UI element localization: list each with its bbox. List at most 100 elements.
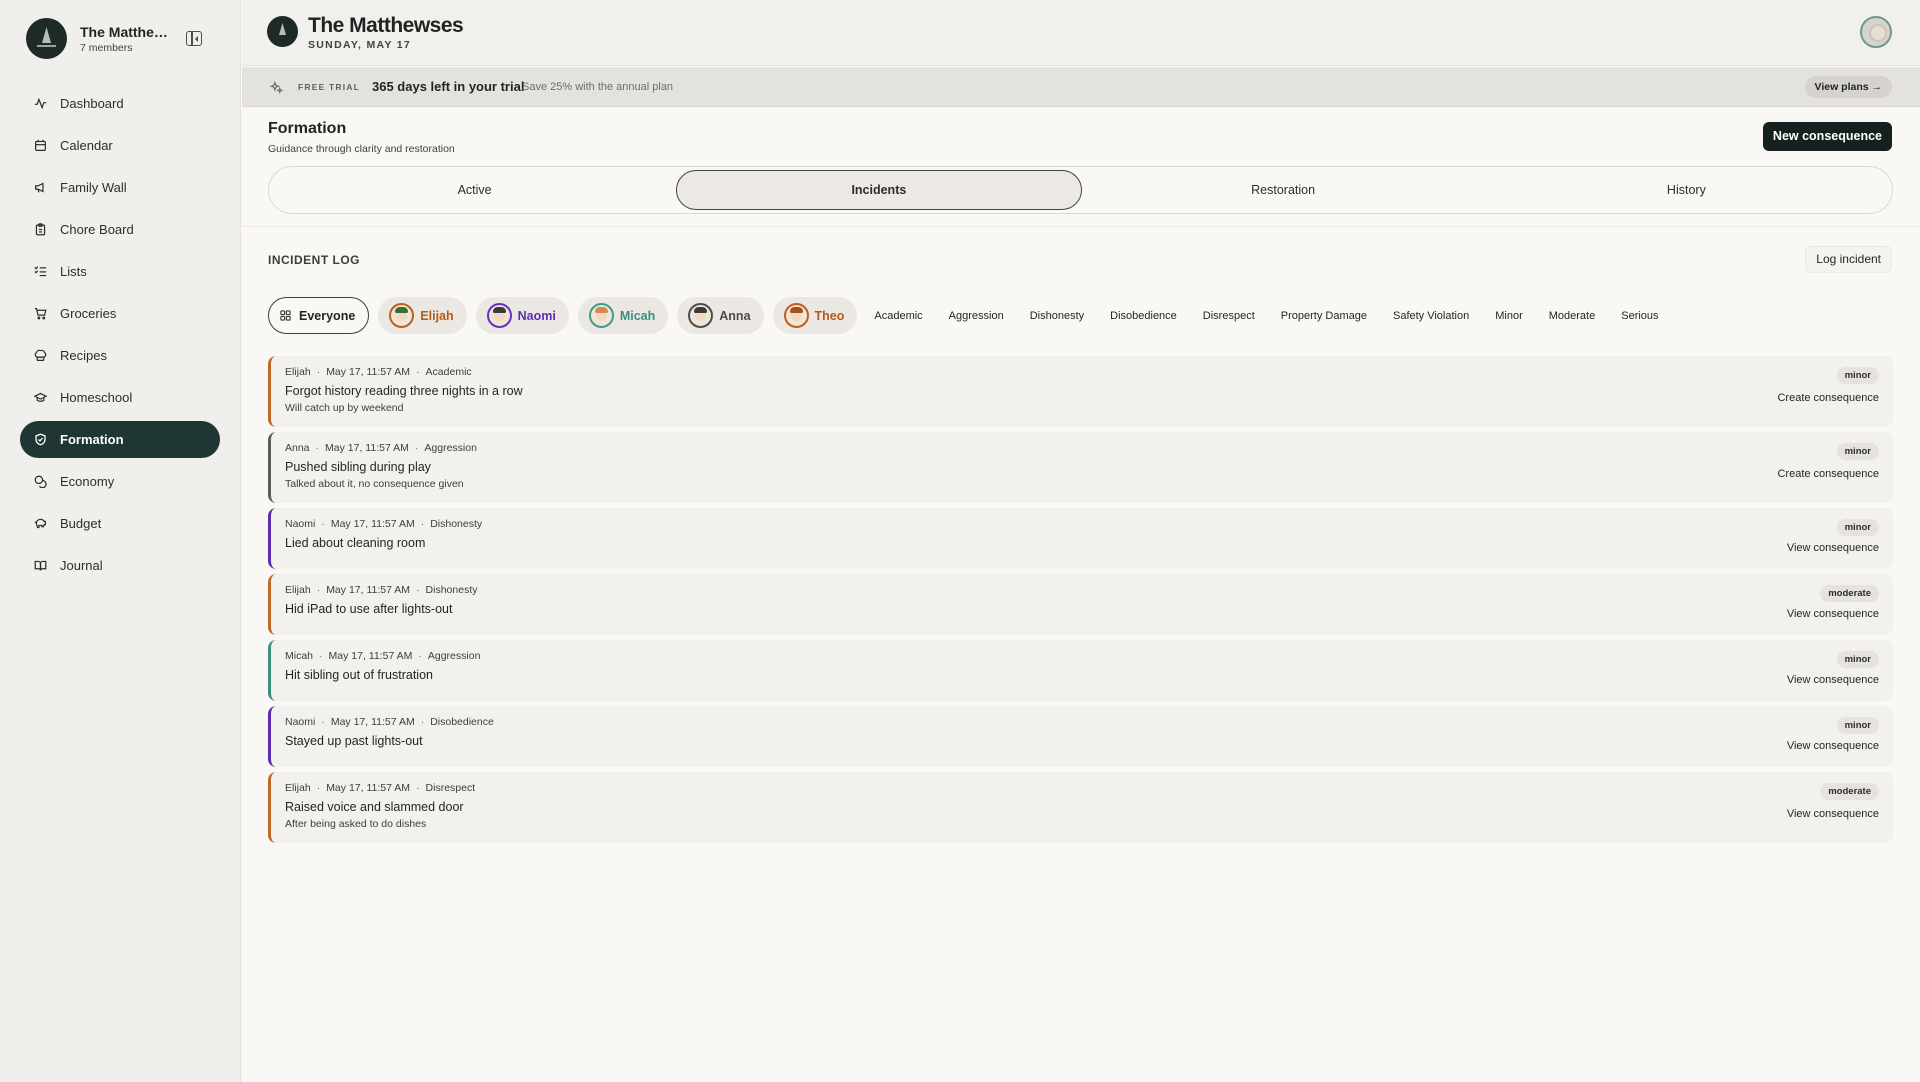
- incident-row[interactable]: Anna · May 17, 11:57 AM · Aggression Pushed …: [268, 432, 1893, 503]
- family-logo: [26, 18, 67, 59]
- incident-meta: Elijah · May 17, 11:57 AM · Disrespect: [285, 782, 476, 794]
- incident-person: Elijah: [285, 366, 311, 378]
- sidebar-item-label: Lists: [60, 264, 87, 279]
- tab-history[interactable]: History: [1485, 170, 1888, 210]
- sidebar-item-economy[interactable]: Economy: [20, 463, 220, 500]
- sidebar-item-journal[interactable]: Journal: [20, 547, 220, 584]
- view-consequence-link[interactable]: View consequence: [1787, 808, 1879, 820]
- list-icon: [34, 265, 47, 278]
- incident-person: Anna: [285, 442, 310, 454]
- filter-category-safety-violation[interactable]: Safety Violation: [1393, 310, 1469, 322]
- sidebar-item-formation[interactable]: Formation: [20, 421, 220, 458]
- incident-note: Will catch up by weekend: [285, 402, 404, 414]
- incident-row[interactable]: Micah · May 17, 11:57 AM · Aggression Hit si…: [268, 640, 1893, 701]
- view-consequence-link[interactable]: View consequence: [1787, 542, 1879, 554]
- filter-category-aggression[interactable]: Aggression: [949, 310, 1004, 322]
- sidebar-item-dashboard[interactable]: Dashboard: [20, 85, 220, 122]
- page-title: Formation: [268, 120, 347, 137]
- severity-badge: minor: [1836, 367, 1879, 384]
- sidebar-nav: Dashboard Calendar Family Wall Chore Boa…: [20, 85, 220, 589]
- sidebar-item-groceries[interactable]: Groceries: [20, 295, 220, 332]
- incident-log-heading: INCIDENT LOG: [268, 253, 360, 267]
- incident-row[interactable]: Naomi · May 17, 11:57 AM · Dishonesty Lied a…: [268, 508, 1893, 569]
- sidebar-item-homeschool[interactable]: Homeschool: [20, 379, 220, 416]
- incident-row[interactable]: Naomi · May 17, 11:57 AM · Disobedience Stay…: [268, 706, 1893, 767]
- trial-label: FREE TRIAL: [298, 82, 361, 92]
- sidebar-item-label: Formation: [60, 432, 124, 447]
- filter-label: Elijah: [420, 308, 454, 323]
- page-subtitle: Guidance through clarity and restoration: [268, 143, 455, 155]
- incident-category: Dishonesty: [425, 584, 478, 596]
- filter-severity-minor[interactable]: Minor: [1495, 310, 1523, 322]
- incident-category: Disobedience: [430, 716, 494, 728]
- log-incident-button[interactable]: Log incident: [1805, 246, 1892, 273]
- incident-filters: Everyone Elijah Naomi Micah Anna Theo Ac…: [268, 297, 1668, 334]
- new-consequence-button[interactable]: New consequence: [1762, 122, 1892, 151]
- graduation-cap-icon: [34, 391, 47, 404]
- filter-category-academic[interactable]: Academic: [874, 310, 922, 322]
- incident-row[interactable]: Elijah · May 17, 11:57 AM · Dishonesty Hid i…: [268, 574, 1893, 635]
- incident-meta: Elijah · May 17, 11:57 AM · Dishonesty: [285, 584, 478, 596]
- tab-incidents[interactable]: Incidents: [676, 170, 1082, 210]
- filter-everyone[interactable]: Everyone: [268, 297, 370, 334]
- tab-active[interactable]: Active: [273, 170, 676, 210]
- incident-note: Talked about it, no consequence given: [285, 478, 464, 490]
- top-header: The Matthewses SUNDAY, MAY 17: [242, 0, 1920, 66]
- filter-severity-serious[interactable]: Serious: [1621, 310, 1658, 322]
- filter-naomi[interactable]: Naomi: [475, 297, 569, 334]
- megaphone-icon: [34, 181, 47, 194]
- filter-label: Everyone: [299, 308, 356, 323]
- incident-meta: Naomi · May 17, 11:57 AM · Dishonesty: [285, 518, 483, 530]
- severity-badge: moderate: [1820, 585, 1879, 602]
- incident-category: Aggression: [427, 650, 481, 662]
- filter-category-disrespect[interactable]: Disrespect: [1203, 310, 1255, 322]
- sidebar-item-label: Family Wall: [60, 180, 127, 195]
- filter-category-property-damage[interactable]: Property Damage: [1281, 310, 1367, 322]
- filter-anna[interactable]: Anna: [677, 297, 764, 334]
- incident-time: May 17, 11:57 AM: [326, 584, 411, 596]
- sidebar-item-budget[interactable]: Budget: [20, 505, 220, 542]
- sidebar-item-chore-board[interactable]: Chore Board: [20, 211, 220, 248]
- filter-category-disobedience[interactable]: Disobedience: [1110, 310, 1177, 322]
- coins-icon: [34, 475, 47, 488]
- incident-person: Elijah: [285, 782, 311, 794]
- tab-restoration[interactable]: Restoration: [1082, 170, 1485, 210]
- collapse-sidebar-icon[interactable]: [186, 31, 202, 46]
- severity-badge: minor: [1836, 717, 1879, 734]
- shield-icon: [34, 433, 47, 446]
- sidebar-item-recipes[interactable]: Recipes: [20, 337, 220, 374]
- incident-title: Raised voice and slammed door: [285, 800, 464, 814]
- filter-elijah[interactable]: Elijah: [378, 297, 467, 334]
- create-consequence-link[interactable]: Create consequence: [1777, 468, 1879, 480]
- severity-badge: minor: [1836, 651, 1879, 668]
- incident-person: Elijah: [285, 584, 311, 596]
- activity-icon: [34, 97, 47, 110]
- incident-time: May 17, 11:57 AM: [326, 366, 411, 378]
- create-consequence-link[interactable]: Create consequence: [1777, 392, 1879, 404]
- sidebar-item-lists[interactable]: Lists: [20, 253, 220, 290]
- sidebar-item-label: Recipes: [60, 348, 107, 363]
- family-brand[interactable]: The Matthe… 7 members: [26, 18, 170, 59]
- filter-severity-moderate[interactable]: Moderate: [1549, 310, 1595, 322]
- user-avatar[interactable]: [1860, 16, 1892, 48]
- view-consequence-link[interactable]: View consequence: [1787, 740, 1879, 752]
- filter-micah[interactable]: Micah: [577, 297, 669, 334]
- trial-banner: FREE TRIAL 365 days left in your trial S…: [242, 67, 1920, 107]
- sidebar-item-family-wall[interactable]: Family Wall: [20, 169, 220, 206]
- piggy-bank-icon: [34, 517, 47, 530]
- sidebar-item-calendar[interactable]: Calendar: [20, 127, 220, 164]
- grid-icon: [280, 310, 291, 321]
- view-consequence-link[interactable]: View consequence: [1787, 674, 1879, 686]
- incident-row[interactable]: Elijah · May 17, 11:57 AM · Disrespect Raise…: [268, 772, 1893, 843]
- view-plans-button[interactable]: View plans →: [1804, 76, 1892, 98]
- incident-category: Disrespect: [425, 782, 476, 794]
- incident-row[interactable]: Elijah · May 17, 11:57 AM · Academic Forgot …: [268, 356, 1893, 427]
- divider: [242, 226, 1920, 227]
- incident-time: May 17, 11:57 AM: [326, 782, 411, 794]
- filter-theo[interactable]: Theo: [772, 297, 858, 334]
- filter-category-dishonesty[interactable]: Dishonesty: [1030, 310, 1084, 322]
- filter-label: Anna: [719, 308, 751, 323]
- clipboard-icon: [34, 223, 47, 236]
- incident-person: Naomi: [285, 518, 316, 530]
- view-consequence-link[interactable]: View consequence: [1787, 608, 1879, 620]
